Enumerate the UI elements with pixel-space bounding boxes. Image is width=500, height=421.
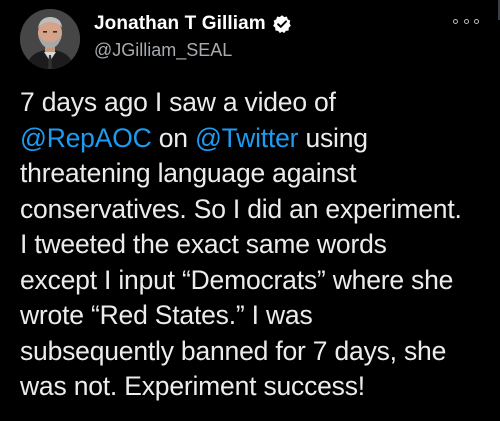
tweet-line: wrote “Red States.” I was	[20, 300, 313, 330]
tweet: Jonathan T Gilliam @JGilliam_SEAL 7 days…	[0, 0, 500, 421]
tweet-line: I tweeted the exact same words	[20, 229, 387, 259]
author-handle[interactable]: @JGilliam_SEAL	[94, 40, 232, 61]
tweet-line: threatening language against	[20, 158, 357, 188]
more-dot	[453, 18, 458, 24]
mention-link-repaoc[interactable]: @RepAOC	[20, 123, 152, 153]
author-name-row[interactable]: Jonathan T Gilliam	[94, 12, 292, 36]
tweet-line: was not. Experiment success!	[20, 371, 365, 401]
tweet-line: conservatives. So I did an experiment.	[20, 193, 462, 224]
mention-link-twitter[interactable]: @Twitter	[195, 123, 299, 153]
more-dot	[463, 18, 469, 24]
avatar[interactable]	[20, 9, 80, 69]
tweet-text: 7 days ago I saw a video of @RepAOC on @…	[20, 85, 490, 405]
author-display-name[interactable]: Jonathan T Gilliam	[94, 13, 266, 35]
profile-photo-icon	[20, 9, 80, 69]
tweet-line: except I input “Democrats” where she	[20, 264, 454, 295]
tweet-text-fragment: using	[298, 122, 368, 153]
tweet-text-fragment: on	[151, 122, 195, 153]
tweet-line: 7 days ago I saw a video of	[20, 87, 336, 117]
more-dot	[474, 18, 479, 24]
more-options-icon[interactable]	[453, 14, 479, 28]
tweet-line: subsequently banned for 7 days, she	[20, 335, 447, 366]
tweet-line: @RepAOC on @Twitter using	[20, 121, 490, 157]
verified-badge-icon	[272, 14, 292, 34]
